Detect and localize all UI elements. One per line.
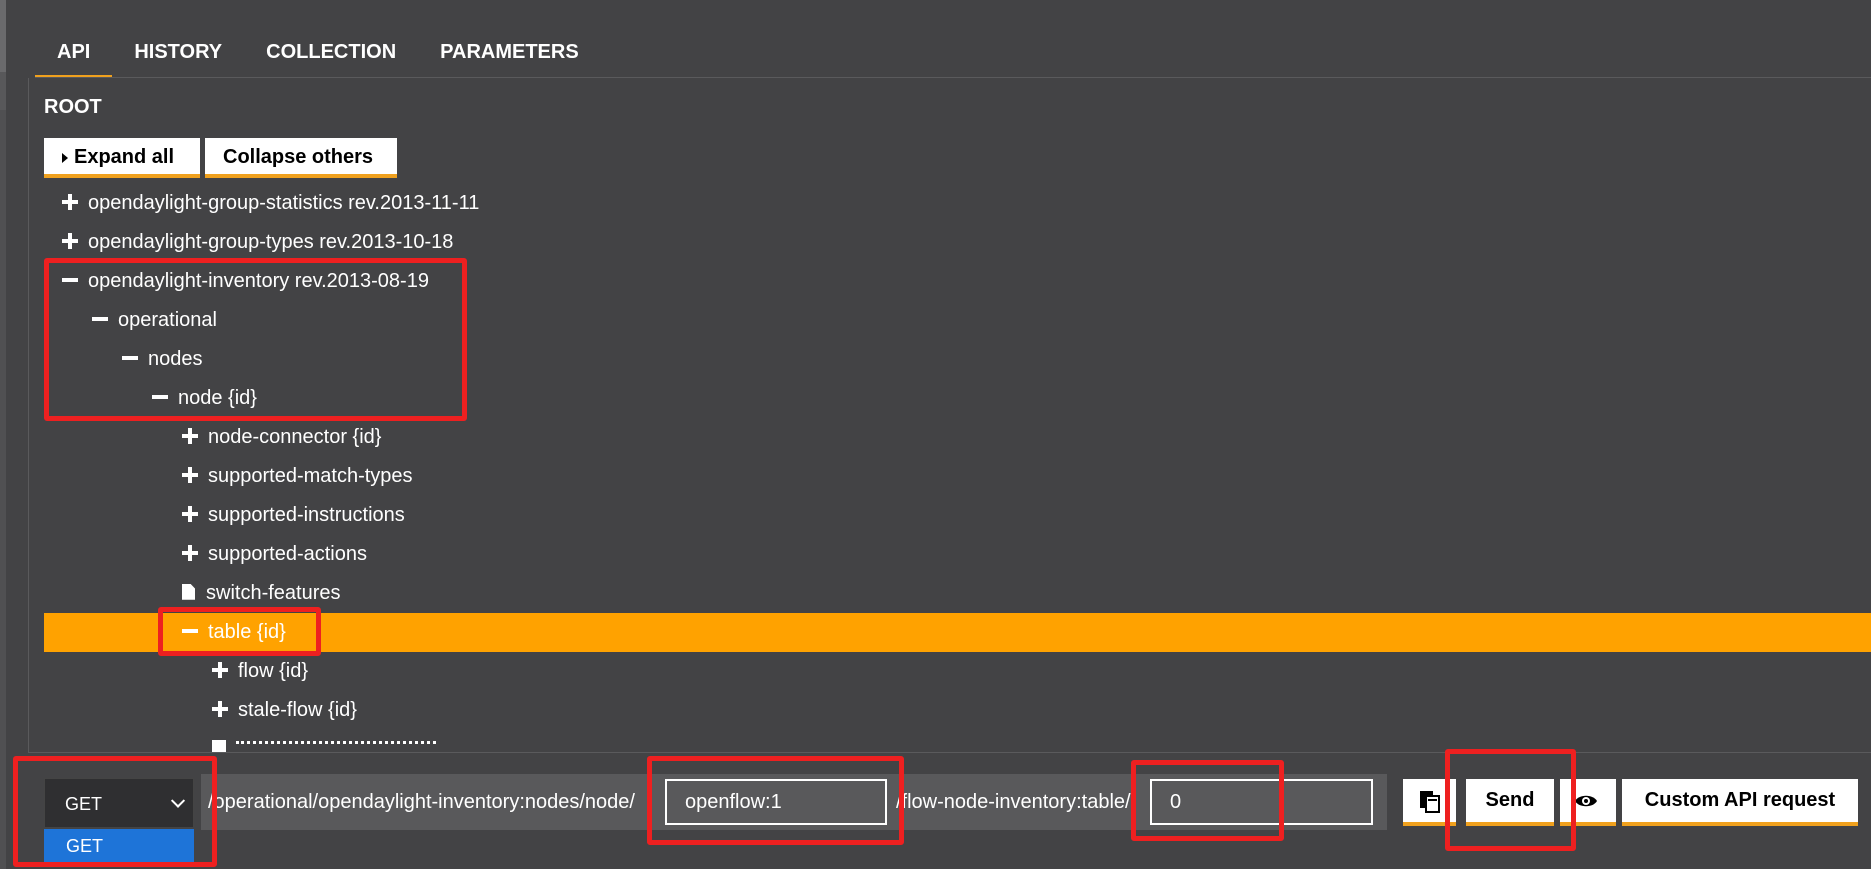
tab-collection[interactable]: COLLECTION [244, 30, 418, 78]
left-rail [0, 0, 6, 869]
custom-api-request-button[interactable]: Custom API request [1622, 779, 1858, 826]
plus-icon[interactable] [212, 661, 228, 678]
annotation-box-node-id [647, 756, 904, 845]
plus-icon[interactable] [62, 232, 78, 249]
tab-parameters[interactable]: PARAMETERS [418, 30, 601, 78]
request-bar-divider [28, 752, 1871, 753]
collapse-others-button[interactable]: Collapse others [205, 138, 397, 178]
expand-all-button[interactable]: Expand all [44, 138, 200, 178]
tree-item-clipped [212, 740, 462, 752]
expand-all-label: Expand all [74, 146, 175, 168]
plus-icon[interactable] [212, 700, 228, 717]
annotation-box-table [158, 607, 321, 656]
tree-item-node-connector[interactable]: node-connector {id} [182, 418, 381, 457]
root-label: ROOT [44, 96, 102, 118]
plus-icon[interactable] [182, 427, 198, 444]
tree-item-flow[interactable]: flow {id} [212, 652, 308, 691]
file-icon [182, 583, 195, 600]
caret-right-icon [62, 153, 68, 163]
tab-history[interactable]: HISTORY [112, 30, 244, 78]
tree-item-label: supported-instructions [208, 504, 405, 526]
tree-item-stale-flow[interactable]: stale-flow {id} [212, 691, 357, 730]
tree-item-group-types[interactable]: opendaylight-group-types rev.2013-10-18 [62, 223, 453, 262]
tree-item-label: flow {id} [238, 660, 309, 682]
clipboard-icon [1420, 791, 1440, 813]
plus-icon[interactable] [182, 544, 198, 561]
tree-item-supported-actions[interactable]: supported-actions [182, 535, 367, 574]
tree-item-label: opendaylight-group-statistics rev.2013-1… [88, 192, 480, 214]
url-path-part2: /flow-node-inventory:table/ [896, 791, 1131, 813]
annotation-box-inventory-path [44, 258, 467, 421]
tree-item-label: switch-features [206, 582, 341, 604]
annotation-box-method [13, 756, 217, 867]
annotation-box-table-id [1131, 760, 1284, 841]
url-path-part1: /operational/opendaylight-inventory:node… [208, 791, 635, 813]
tree-item-label: supported-actions [208, 543, 367, 565]
clipped-text [236, 741, 436, 745]
left-rail-segment [0, 110, 6, 869]
tree-item-label: node-connector {id} [208, 426, 382, 448]
main-tabs: API HISTORY COLLECTION PARAMETERS [35, 30, 601, 78]
tree-item-label: supported-match-types [208, 465, 413, 487]
left-rail-segment [0, 0, 6, 72]
plus-icon[interactable] [62, 193, 78, 210]
tree-item-group-statistics[interactable]: opendaylight-group-statistics rev.2013-1… [62, 184, 479, 223]
eye-icon [1575, 795, 1597, 807]
tree-item-label: opendaylight-group-types rev.2013-10-18 [88, 231, 454, 253]
plus-icon[interactable] [182, 505, 198, 522]
tree-item-supported-instructions[interactable]: supported-instructions [182, 496, 405, 535]
tab-api[interactable]: API [35, 30, 113, 78]
file-icon [212, 740, 226, 752]
annotation-box-send [1445, 749, 1576, 851]
tree-item-supported-match-types[interactable]: supported-match-types [182, 457, 413, 496]
tree-item-label: stale-flow {id} [238, 699, 357, 721]
plus-icon[interactable] [182, 466, 198, 483]
